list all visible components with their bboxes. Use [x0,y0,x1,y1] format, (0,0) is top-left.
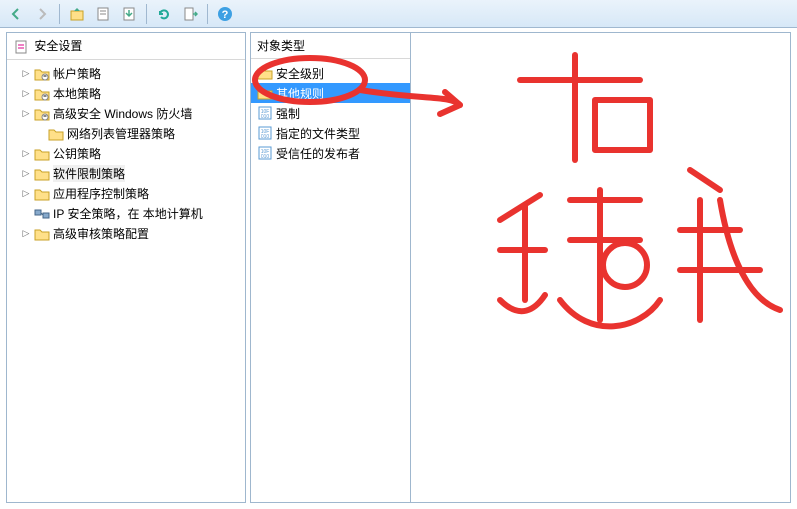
registry-icon: 10F010 [257,105,273,121]
left-panel-header: 安全设置 [7,33,245,60]
expander-icon[interactable]: ▷ [21,89,31,99]
tree-item-8[interactable]: ▷ 高级审核策略配置 [7,224,245,244]
tree[interactable]: ▷ 帐户策略 ▷ 本地策略 ▷ 高级安全 Windows 防火墙网络列表管理器策略 ▷ 公钥策… [7,60,245,502]
back-button[interactable] [4,3,28,25]
export-button[interactable] [117,3,141,25]
tree-item-0[interactable]: ▷ 帐户策略 [7,64,245,84]
tree-item-label: 公钥策略 [53,145,101,162]
list-item-label: 指定的文件类型 [276,125,360,142]
folder-icon [34,186,50,202]
tree-item-label: 帐户策略 [53,65,101,82]
list-item-label: 安全级别 [276,65,324,82]
folder-lock-icon [34,66,50,82]
security-settings-icon [13,39,29,55]
properties-button[interactable] [91,3,115,25]
tree-item-label: 高级安全 Windows 防火墙 [53,105,192,122]
folder-icon [257,65,273,81]
folder-icon [34,226,50,242]
folder-lock-icon [34,86,50,102]
tree-item-label: 应用程序控制策略 [53,185,149,202]
tree-item-label: 本地策略 [53,85,101,102]
list-item-label: 强制 [276,105,300,122]
list-item-0[interactable]: 安全级别 [251,63,410,83]
forward-button[interactable] [30,3,54,25]
left-header-label: 安全设置 [34,39,82,53]
folder-icon [34,146,50,162]
right-panel-header: 对象类型 [251,33,410,59]
folder-icon [48,126,64,142]
expander-icon[interactable]: ▷ [21,169,31,179]
tree-item-4[interactable]: ▷ 公钥策略 [7,144,245,164]
tree-item-label: IP 安全策略，在 本地计算机 [53,205,203,222]
folder-icon [257,85,273,101]
registry-icon: 10F010 [257,145,273,161]
folder-icon [34,166,50,182]
left-panel: 安全设置 ▷ 帐户策略 ▷ 本地策略 ▷ 高级安全 Windows 防火墙网络列表管理器策… [6,32,246,503]
tree-item-6[interactable]: ▷ 应用程序控制策略 [7,184,245,204]
svg-text:010: 010 [261,114,270,120]
right-header-label: 对象类型 [257,39,305,53]
ipsec-icon [34,206,50,222]
svg-text:?: ? [222,9,229,21]
tree-item-1[interactable]: ▷ 本地策略 [7,84,245,104]
folder-lock-icon [34,106,50,122]
list-item-label: 其他规则 [276,85,324,102]
tree-item-5[interactable]: ▷ 软件限制策略 [7,164,245,184]
expander-icon[interactable]: ▷ [21,69,31,79]
toolbar: ? [0,0,797,28]
expander-icon[interactable]: ▷ [21,229,31,239]
registry-icon: 10F010 [257,125,273,141]
content-area: 安全设置 ▷ 帐户策略 ▷ 本地策略 ▷ 高级安全 Windows 防火墙网络列表管理器策… [0,28,797,509]
up-button[interactable] [65,3,89,25]
tree-item-label: 高级审核策略配置 [53,225,149,242]
expander-icon[interactable]: ▷ [21,109,31,119]
help-button[interactable]: ? [213,3,237,25]
list-item-2[interactable]: 10F010强制 [251,103,410,123]
tree-item-7[interactable]: IP 安全策略，在 本地计算机 [7,204,245,224]
list[interactable]: 安全级别其他规则10F010强制10F010指定的文件类型10F010受信任的发… [251,59,410,502]
list-item-3[interactable]: 10F010指定的文件类型 [251,123,410,143]
right-panel: 对象类型 安全级别其他规则10F010强制10F010指定的文件类型10F010… [250,32,791,503]
tree-item-3[interactable]: 网络列表管理器策略 [7,124,245,144]
list-item-4[interactable]: 10F010受信任的发布者 [251,143,410,163]
tree-item-2[interactable]: ▷ 高级安全 Windows 防火墙 [7,104,245,124]
refresh-button[interactable] [152,3,176,25]
svg-text:010: 010 [261,154,270,160]
expander-icon[interactable]: ▷ [21,149,31,159]
list-item-label: 受信任的发布者 [276,145,360,162]
expander-icon[interactable]: ▷ [21,189,31,199]
export-list-button[interactable] [178,3,202,25]
tree-item-label: 网络列表管理器策略 [67,125,175,142]
tree-item-label: 软件限制策略 [53,165,125,182]
list-item-1[interactable]: 其他规则 [251,83,410,103]
svg-text:010: 010 [261,134,270,140]
